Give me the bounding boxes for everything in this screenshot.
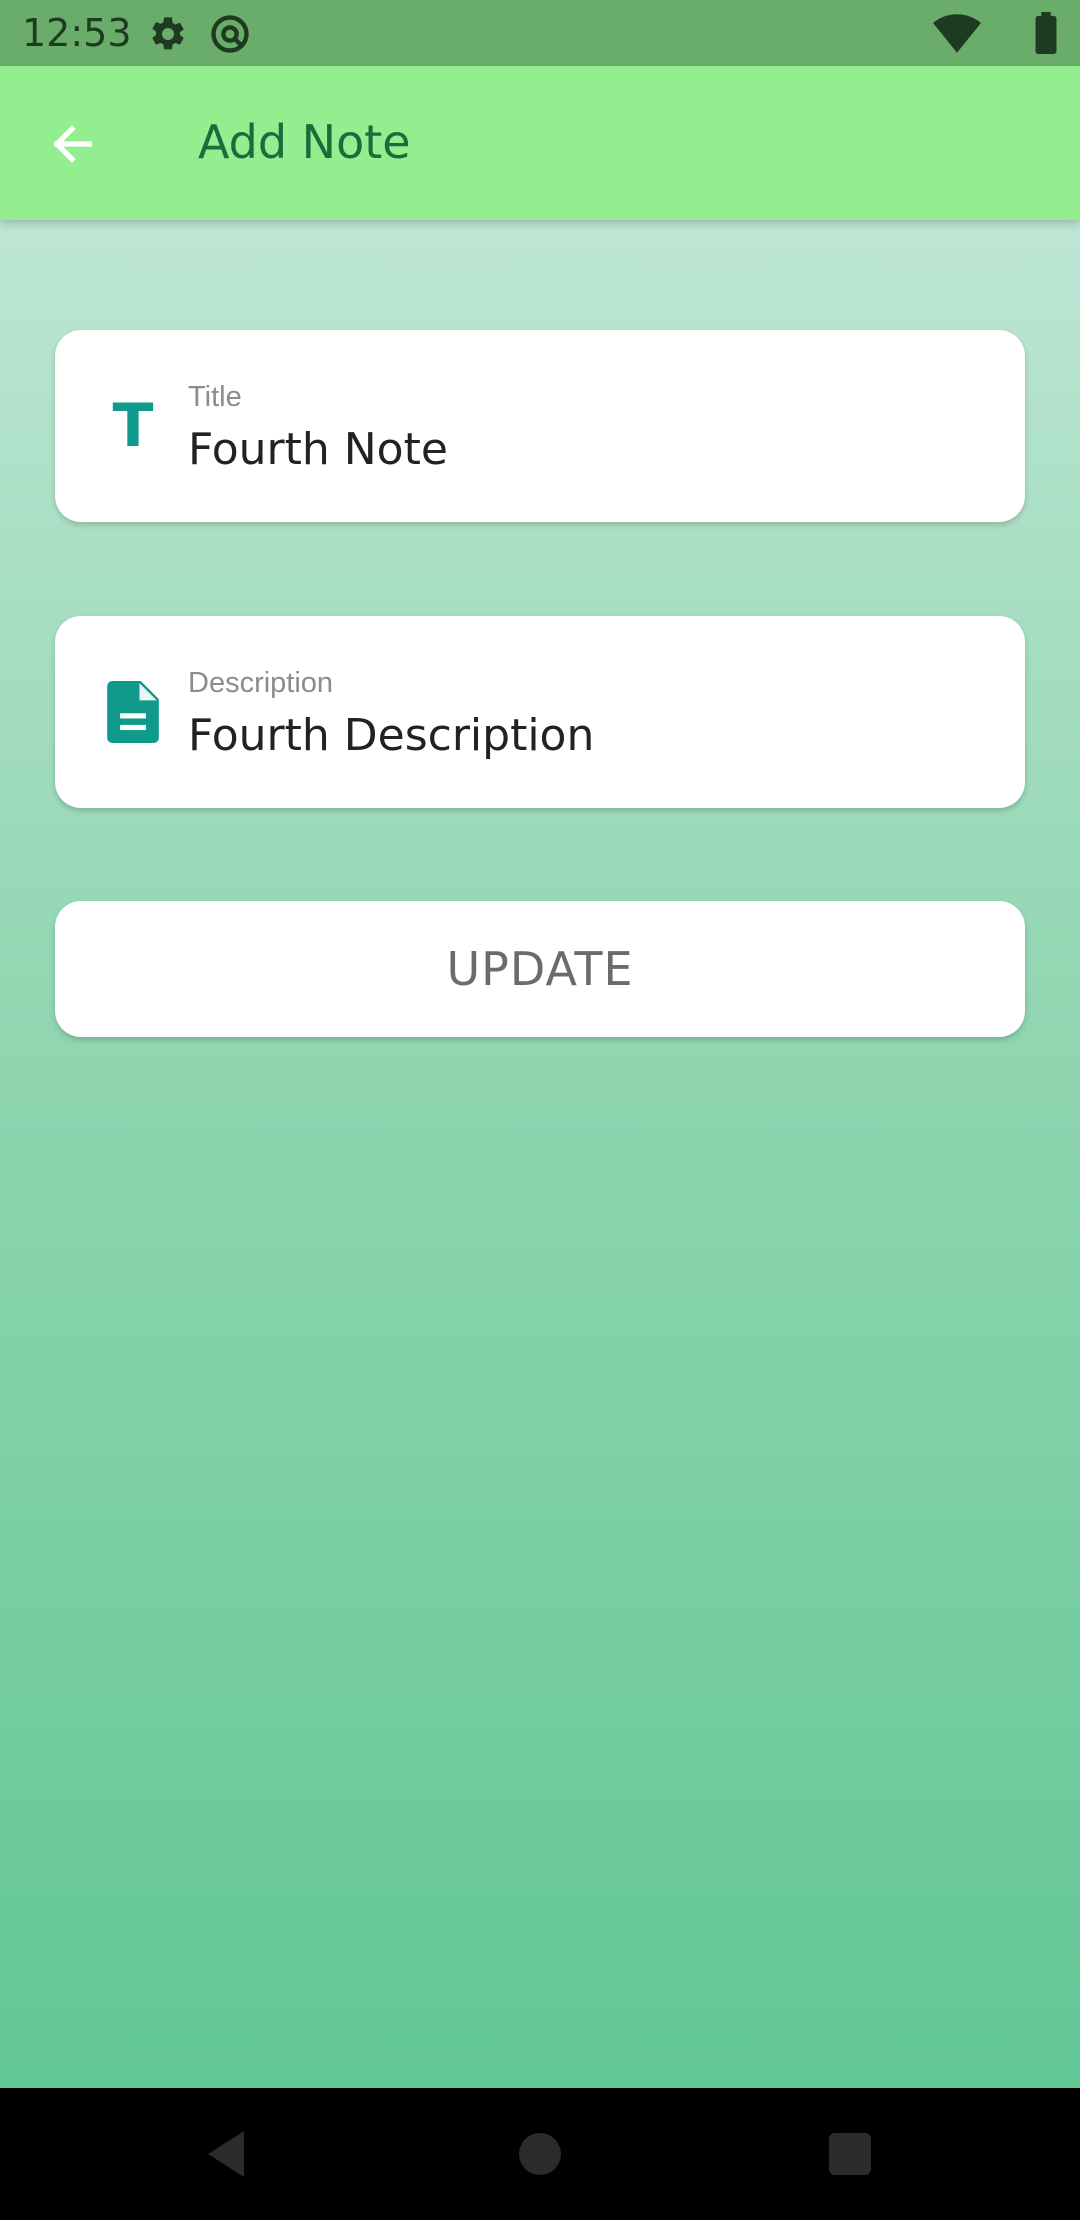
page-title: Add Note [198, 115, 411, 169]
battery-icon [1035, 12, 1057, 54]
back-button[interactable] [30, 102, 114, 186]
recents-square-icon [829, 2133, 871, 2175]
nav-back-button[interactable] [186, 2114, 266, 2194]
content-area: T Title Description UPDATE [0, 220, 1080, 2088]
home-circle-icon [519, 2133, 561, 2175]
title-field-label: Title [188, 381, 242, 413]
gear-icon [152, 17, 184, 50]
nav-home-button[interactable] [500, 2114, 580, 2194]
arrow-left-icon [53, 125, 92, 163]
description-field-label: Description [188, 667, 334, 699]
back-triangle-icon [208, 2131, 244, 2177]
system-nav-bar [0, 2088, 1080, 2220]
status-bar: 12:53 [0, 0, 1080, 66]
at-sign-icon [211, 15, 249, 53]
nav-recents-button[interactable] [810, 2114, 890, 2194]
update-button[interactable]: UPDATE [55, 901, 1025, 1037]
status-time: 12:53 [22, 11, 132, 55]
document-icon [95, 674, 171, 750]
app-bar: Add Note [0, 66, 1080, 220]
description-input[interactable] [188, 708, 988, 764]
title-field[interactable]: T Title [55, 330, 1025, 522]
title-input[interactable] [188, 422, 988, 478]
wifi-icon [933, 14, 981, 53]
description-field[interactable]: Description [55, 616, 1025, 808]
title-t-icon: T [112, 391, 154, 461]
update-button-label: UPDATE [446, 942, 634, 996]
